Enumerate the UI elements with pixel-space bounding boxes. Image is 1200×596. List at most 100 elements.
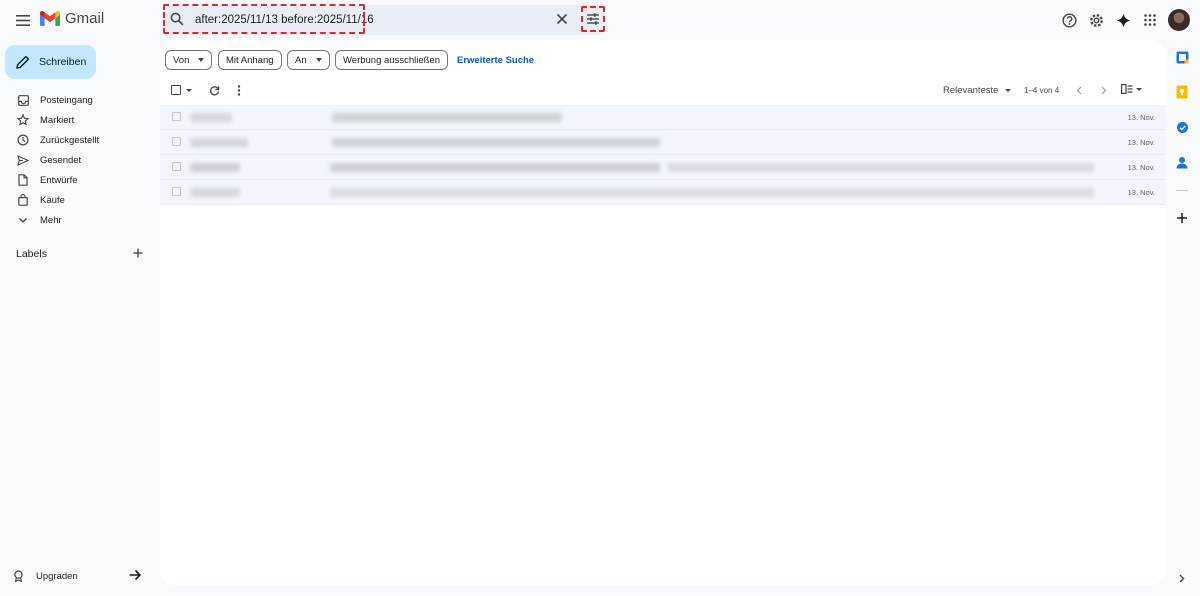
contacts-icon [1176, 156, 1188, 168]
sender-redacted [190, 113, 232, 122]
subject-redacted [332, 113, 562, 122]
select-all-checkbox[interactable] [171, 85, 181, 95]
upgrade-label: Upgraden [36, 570, 78, 582]
row-checkbox[interactable] [172, 187, 181, 196]
compose-button[interactable]: Schreiben [5, 45, 96, 79]
email-list: 13. Nov. 13. Nov. 13. Nov. 13. Nov. [160, 105, 1165, 205]
caret-down-icon [1005, 89, 1011, 92]
email-date: 13. Nov. [1127, 188, 1155, 197]
close-icon[interactable] [556, 13, 568, 25]
email-date: 13. Nov. [1127, 138, 1155, 147]
search-icon[interactable] [170, 12, 184, 26]
expand-side-panel-button[interactable] [1174, 570, 1190, 586]
sort-dropdown[interactable]: Relevanteste [943, 85, 998, 96]
sender-redacted [190, 163, 240, 172]
arrow-right-icon [129, 569, 142, 581]
app-name: Gmail [65, 10, 105, 27]
sparkle-icon [1116, 13, 1130, 27]
gemini-button[interactable] [1114, 11, 1132, 29]
chevron-down-icon [19, 217, 27, 223]
search-input[interactable] [195, 9, 545, 31]
sidebar-item-sent[interactable]: Gesendet [0, 150, 158, 170]
pencil-icon [16, 55, 29, 69]
gmail-m-icon [40, 11, 60, 26]
add-addon-button[interactable] [1174, 210, 1190, 226]
main-menu-button[interactable] [12, 9, 34, 31]
row-checkbox[interactable] [172, 112, 181, 121]
keep-icon [1176, 85, 1188, 99]
apps-grid-icon [1144, 14, 1156, 26]
side-panel-divider [1176, 190, 1188, 191]
menu-icon [16, 14, 30, 26]
help-icon [1061, 12, 1077, 28]
labels-heading: Labels [16, 248, 47, 260]
more-actions-button[interactable] [232, 83, 246, 97]
sidebar-item-snoozed[interactable]: Zurückgestellt [0, 130, 158, 150]
refresh-button[interactable] [207, 83, 221, 97]
subject-redacted [330, 163, 660, 172]
avatar[interactable] [1168, 9, 1190, 31]
search-bar[interactable] [162, 5, 605, 35]
draft-icon [18, 174, 28, 186]
filter-attachment-chip[interactable]: Mit Anhang [218, 50, 282, 70]
next-page-button[interactable] [1098, 84, 1110, 96]
help-button[interactable] [1060, 11, 1078, 29]
table-row[interactable]: 13. Nov. [160, 180, 1165, 205]
table-row[interactable]: 13. Nov. [160, 155, 1165, 180]
pagination-info: 1–4 von 4 [1024, 86, 1060, 95]
chevron-right-icon [1101, 86, 1107, 94]
plus-icon [1177, 213, 1187, 223]
sidebar-nav: Posteingang Markiert Zurückgestellt Gese… [0, 90, 158, 230]
previous-page-button[interactable] [1073, 84, 1085, 96]
settings-button[interactable] [1087, 11, 1105, 29]
email-date: 13. Nov. [1127, 113, 1155, 122]
sidebar-item-inbox[interactable]: Posteingang [0, 90, 158, 110]
send-icon [17, 154, 29, 166]
apps-button[interactable] [1141, 11, 1159, 29]
filter-from-chip[interactable]: Von [165, 50, 213, 70]
subject-redacted [332, 138, 660, 147]
email-date: 13. Nov. [1127, 163, 1155, 172]
caret-down-icon [1136, 87, 1142, 91]
search-options-icon[interactable] [586, 12, 600, 26]
row-checkbox[interactable] [172, 162, 181, 171]
sender-redacted [190, 138, 248, 147]
upgrade-button[interactable]: Upgraden [13, 566, 146, 586]
filter-to-chip[interactable]: An [287, 50, 330, 70]
gmail-logo[interactable]: Gmail [40, 10, 104, 27]
inbox-icon [17, 94, 29, 106]
clock-icon [17, 134, 29, 146]
snippet-redacted [668, 163, 1094, 172]
sidebar-item-drafts[interactable]: Entwürfe [0, 170, 158, 190]
density-toggle[interactable] [1121, 84, 1142, 94]
calendar-icon [1176, 51, 1188, 63]
row-checkbox[interactable] [172, 137, 181, 146]
sidebar-item-more[interactable]: Mehr [0, 210, 158, 230]
filter-exclude-ads-chip[interactable]: Werbung ausschließen [335, 50, 448, 70]
chevron-right-icon [1179, 574, 1185, 582]
sender-redacted [190, 188, 240, 197]
calendar-app-button[interactable] [1174, 49, 1190, 65]
caret-down-icon [198, 58, 205, 62]
plus-icon[interactable] [132, 247, 144, 259]
sidebar-item-starred[interactable]: Markiert [0, 110, 158, 130]
mail-panel: Von Mit Anhang An Werbung ausschließen E… [160, 40, 1165, 585]
advanced-search-link[interactable]: Erweiterte Suche [457, 55, 534, 66]
select-menu-caret-icon[interactable] [186, 89, 192, 92]
table-row[interactable]: 13. Nov. [160, 105, 1165, 130]
contacts-app-button[interactable] [1174, 154, 1190, 170]
compose-label: Schreiben [39, 56, 87, 68]
more-vert-icon [237, 84, 241, 96]
tasks-app-button[interactable] [1174, 119, 1190, 135]
star-icon [17, 114, 29, 126]
shopping-bag-icon [18, 194, 28, 206]
table-row[interactable]: 13. Nov. [160, 130, 1165, 155]
chevron-left-icon [1076, 86, 1082, 94]
split-pane-icon [1121, 84, 1133, 94]
tasks-icon [1176, 121, 1188, 133]
gear-icon [1089, 13, 1103, 27]
keep-app-button[interactable] [1174, 84, 1190, 100]
sidebar-item-purchases[interactable]: Käufe [0, 190, 158, 210]
caret-down-icon [315, 58, 322, 62]
badge-icon [14, 570, 23, 582]
